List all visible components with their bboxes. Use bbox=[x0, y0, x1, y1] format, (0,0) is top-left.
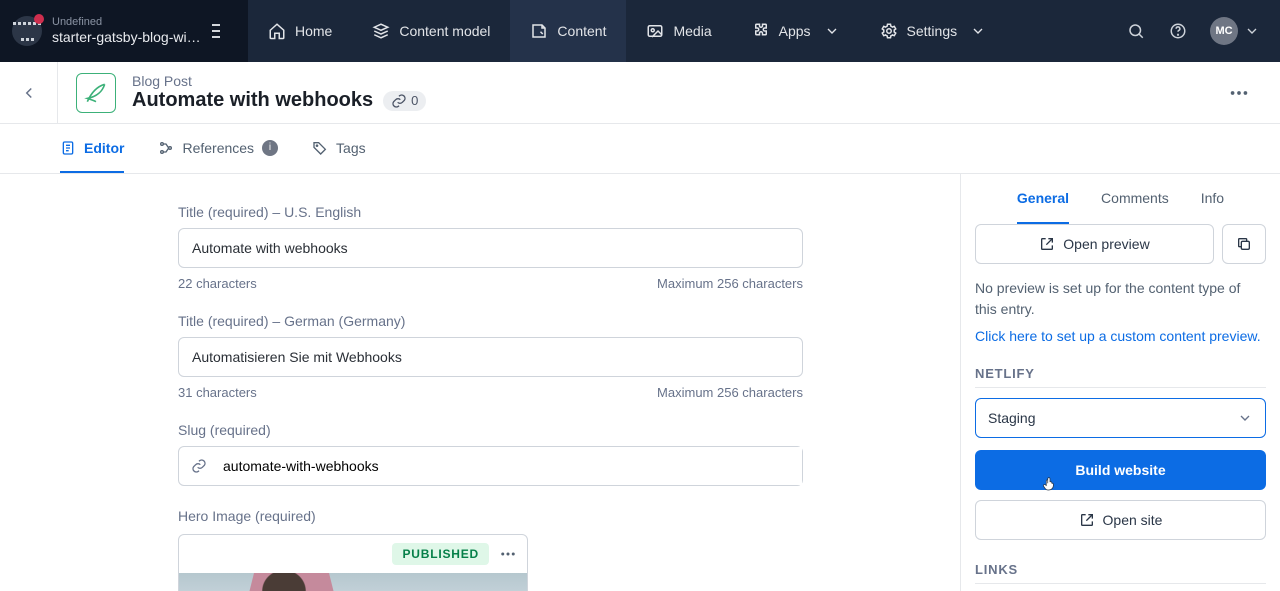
entry-more-button[interactable] bbox=[1198, 62, 1280, 123]
netlify-section-title: NETLIFY bbox=[975, 366, 1266, 388]
content-model-icon bbox=[372, 22, 390, 40]
external-link-icon bbox=[1039, 236, 1055, 252]
title-de-input[interactable] bbox=[178, 337, 803, 377]
hero-image-card[interactable]: PUBLISHED bbox=[178, 534, 528, 591]
open-site-button[interactable]: Open site bbox=[975, 500, 1266, 540]
content-icon bbox=[530, 22, 548, 40]
tag-icon bbox=[312, 140, 328, 156]
copy-preview-button[interactable] bbox=[1222, 224, 1266, 264]
home-icon bbox=[268, 22, 286, 40]
main-nav: Home Content model Content Media Apps Se… bbox=[248, 0, 1006, 62]
nav-settings[interactable]: Settings bbox=[860, 0, 1007, 62]
search-icon[interactable] bbox=[1126, 21, 1146, 41]
top-nav: Undefined starter-gatsby-blog-wit… Home … bbox=[0, 0, 1280, 62]
entry-header: Blog Post Automate with webhooks 0 bbox=[0, 62, 1280, 124]
apps-icon bbox=[752, 22, 770, 40]
slug-input[interactable] bbox=[219, 447, 802, 485]
chevron-left-icon bbox=[20, 84, 38, 102]
title-en-input[interactable] bbox=[178, 228, 803, 268]
editor-tabs: Editor References i Tags bbox=[0, 124, 1280, 174]
link-icon bbox=[179, 458, 219, 474]
field-hero-image: Hero Image (required) PUBLISHED bbox=[175, 508, 960, 591]
entry-title: Automate with webhooks bbox=[132, 89, 373, 112]
link-count-badge: 0 bbox=[383, 91, 426, 111]
nav-media-label: Media bbox=[673, 23, 711, 39]
field-title-en: Title (required) – U.S. English 22 chara… bbox=[175, 204, 960, 291]
field-label: Slug (required) bbox=[178, 422, 960, 438]
apps-grid-icon[interactable] bbox=[12, 16, 42, 46]
user-menu[interactable]: MC bbox=[1210, 17, 1260, 45]
tab-editor-label: Editor bbox=[84, 140, 124, 156]
help-icon[interactable] bbox=[1168, 21, 1188, 41]
dots-horizontal-icon bbox=[1228, 82, 1250, 104]
tab-editor[interactable]: Editor bbox=[60, 124, 124, 173]
nav-home[interactable]: Home bbox=[248, 0, 352, 62]
open-site-label: Open site bbox=[1103, 512, 1163, 528]
document-icon bbox=[60, 140, 76, 156]
space-label: Undefined starter-gatsby-blog-wit… bbox=[52, 16, 202, 46]
editor-main: Title (required) – U.S. English 22 chara… bbox=[0, 174, 960, 591]
field-label: Title (required) – U.S. English bbox=[178, 204, 960, 220]
status-badge: PUBLISHED bbox=[392, 543, 489, 565]
netlify-env-select[interactable]: Staging bbox=[975, 398, 1266, 438]
copy-icon bbox=[1236, 236, 1252, 252]
links-section-title: LINKS bbox=[975, 562, 1266, 584]
avatar: MC bbox=[1210, 17, 1238, 45]
nav-content[interactable]: Content bbox=[510, 0, 626, 62]
chevron-down-icon bbox=[1244, 23, 1260, 39]
side-tab-info[interactable]: Info bbox=[1201, 174, 1224, 224]
space-name: starter-gatsby-blog-wit… bbox=[52, 29, 202, 46]
no-preview-text: No preview is set up for the content typ… bbox=[975, 278, 1266, 320]
link-icon bbox=[391, 93, 407, 109]
tab-references-label: References bbox=[182, 140, 254, 156]
link-count: 0 bbox=[411, 93, 418, 108]
field-title-de: Title (required) – German (Germany) 31 c… bbox=[175, 313, 960, 400]
open-preview-label: Open preview bbox=[1063, 236, 1149, 252]
space-switcher[interactable]: Undefined starter-gatsby-blog-wit… bbox=[0, 0, 248, 62]
references-icon bbox=[158, 140, 174, 156]
char-count: 22 characters bbox=[178, 276, 257, 291]
nav-apps[interactable]: Apps bbox=[732, 0, 860, 62]
tab-tags-label: Tags bbox=[336, 140, 366, 156]
char-max: Maximum 256 characters bbox=[657, 276, 803, 291]
char-max: Maximum 256 characters bbox=[657, 385, 803, 400]
gear-icon bbox=[880, 22, 898, 40]
field-label: Hero Image (required) bbox=[178, 508, 960, 524]
menu-toggle-icon[interactable] bbox=[212, 24, 238, 38]
nav-home-label: Home bbox=[295, 23, 332, 39]
nav-media[interactable]: Media bbox=[626, 0, 731, 62]
dots-horizontal-icon[interactable] bbox=[499, 545, 517, 563]
content-type-icon bbox=[76, 73, 116, 113]
env-name: Undefined bbox=[52, 16, 202, 29]
char-count: 31 characters bbox=[178, 385, 257, 400]
tab-references[interactable]: References i bbox=[158, 124, 278, 173]
build-website-button[interactable]: Build website bbox=[975, 450, 1266, 490]
field-label: Title (required) – German (Germany) bbox=[178, 313, 960, 329]
hero-image-preview bbox=[179, 573, 527, 591]
nav-settings-label: Settings bbox=[907, 23, 958, 39]
side-tab-general[interactable]: General bbox=[1017, 174, 1069, 224]
nav-content-label: Content bbox=[557, 23, 606, 39]
cursor-hand-icon bbox=[1041, 474, 1059, 494]
nav-apps-label: Apps bbox=[779, 23, 811, 39]
netlify-env-value: Staging bbox=[988, 410, 1035, 426]
setup-preview-link[interactable]: Click here to set up a custom content pr… bbox=[975, 328, 1266, 344]
chevron-down-icon bbox=[970, 23, 986, 39]
content-type-label: Blog Post bbox=[132, 73, 426, 89]
tab-tags[interactable]: Tags bbox=[312, 124, 366, 173]
open-preview-button[interactable]: Open preview bbox=[975, 224, 1214, 264]
back-button[interactable] bbox=[0, 62, 58, 123]
chevron-down-icon bbox=[1237, 410, 1253, 426]
side-tab-comments[interactable]: Comments bbox=[1101, 174, 1169, 224]
media-icon bbox=[646, 22, 664, 40]
build-website-label: Build website bbox=[1075, 462, 1165, 478]
external-link-icon bbox=[1079, 512, 1095, 528]
info-badge: i bbox=[262, 140, 278, 156]
nav-content-model-label: Content model bbox=[399, 23, 490, 39]
entry-sidebar: General Comments Info Open preview No pr… bbox=[960, 174, 1280, 591]
chevron-down-icon bbox=[824, 23, 840, 39]
nav-content-model[interactable]: Content model bbox=[352, 0, 510, 62]
field-slug: Slug (required) bbox=[175, 422, 960, 486]
